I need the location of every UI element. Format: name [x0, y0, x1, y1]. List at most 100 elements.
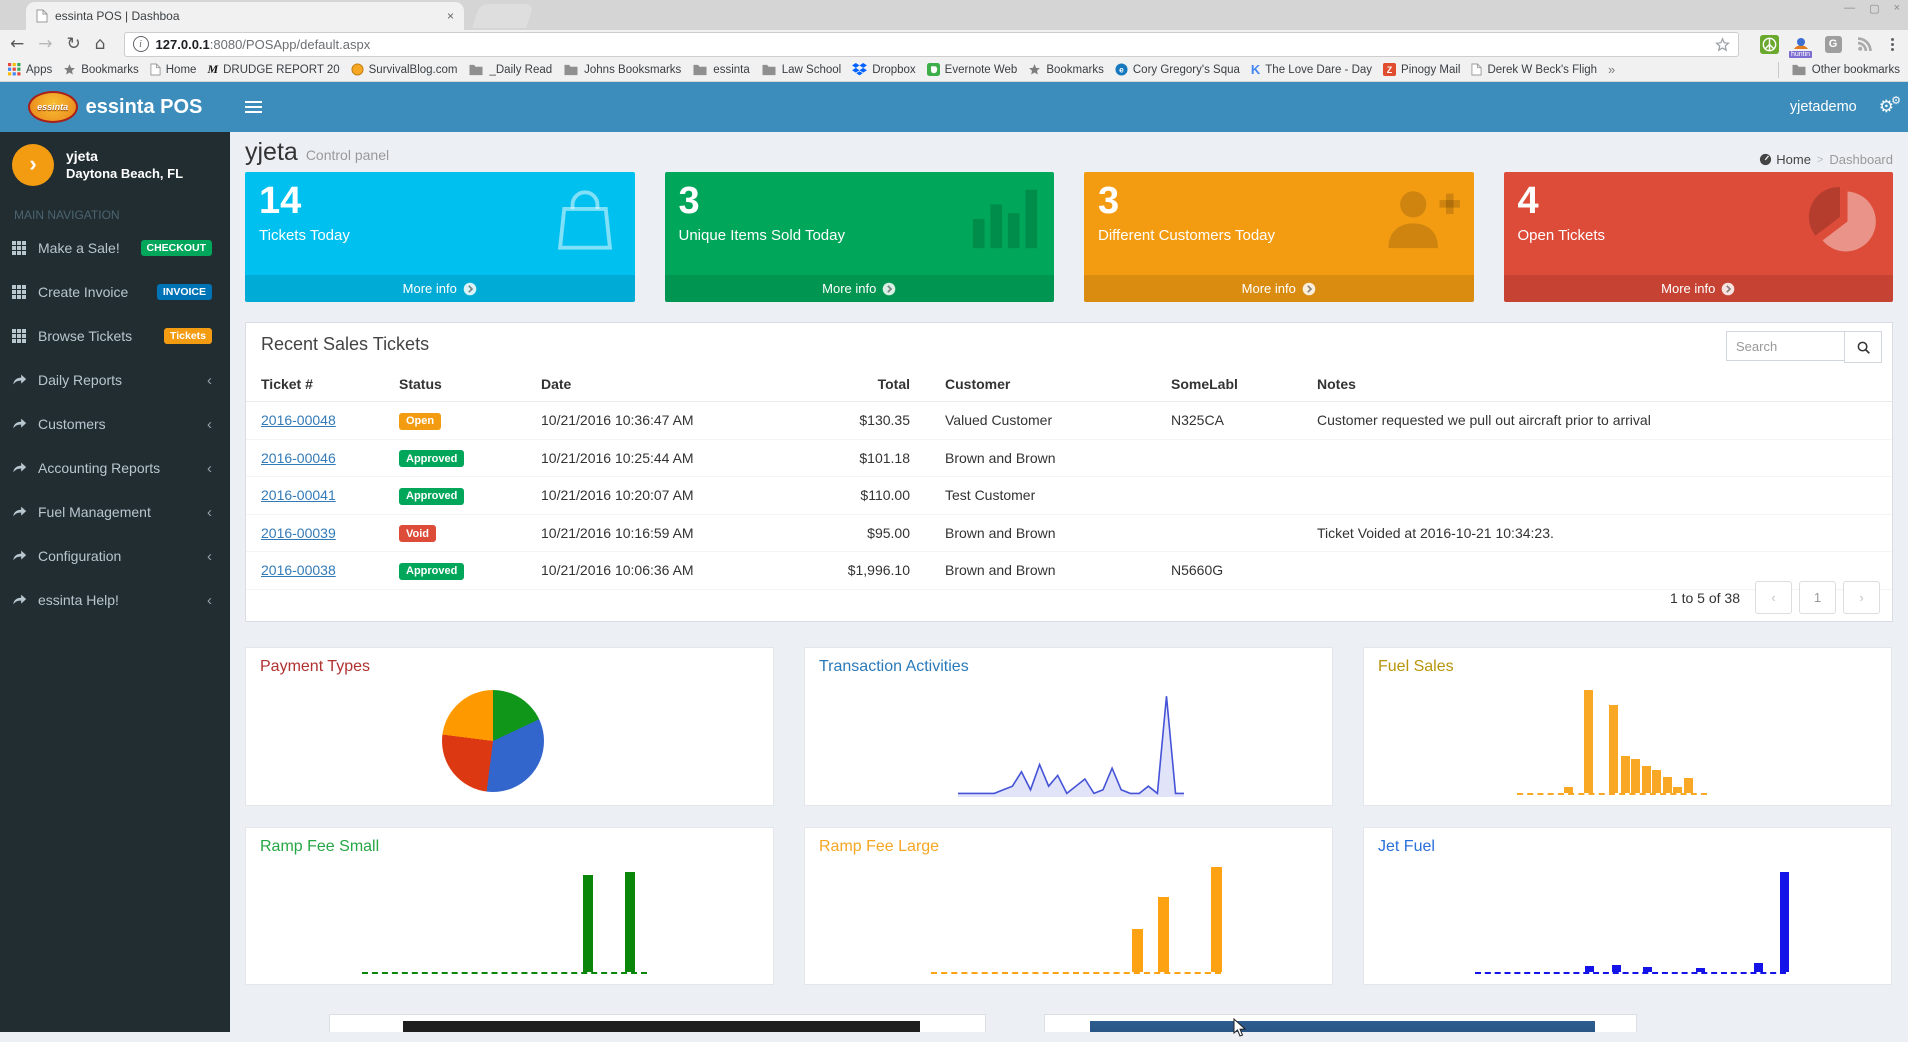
- refresh-icon[interactable]: ↻: [67, 36, 81, 53]
- minimize-icon[interactable]: —: [1844, 2, 1855, 15]
- more-info-link[interactable]: More info: [1084, 275, 1474, 302]
- bookmark-essinta[interactable]: essinta: [692, 63, 749, 76]
- ticket-somelabl: N5660G: [1156, 552, 1302, 590]
- ticket-link[interactable]: 2016-00041: [261, 487, 336, 503]
- bookmark-the-love-dare-day[interactable]: KThe Love Dare - Day: [1251, 62, 1372, 77]
- chevron-left-icon: ‹: [207, 548, 212, 565]
- gears-icon[interactable]: ⚙⚙: [1879, 97, 1894, 117]
- tab-favicon-page-icon: [36, 9, 48, 23]
- arrow-circle-icon: [463, 282, 477, 296]
- peace-extension-icon[interactable]: [1759, 34, 1779, 54]
- pagination-next-button[interactable]: ›: [1843, 581, 1880, 614]
- ticket-notes: Customer requested we pull out aircraft …: [1302, 402, 1892, 440]
- bookmark-bookmarks[interactable]: Bookmarks: [1028, 63, 1104, 76]
- sidebar-item-create-invoice[interactable]: Create InvoiceINVOICE: [0, 270, 230, 314]
- search-button[interactable]: [1844, 331, 1882, 363]
- other-bookmarks[interactable]: Other bookmarks: [1791, 63, 1900, 76]
- maximize-icon[interactable]: ▢: [1869, 2, 1879, 15]
- search-input[interactable]: [1726, 331, 1844, 361]
- sidebar-item-label: Accounting Reports: [38, 460, 160, 476]
- bookmark-drudge-report-20[interactable]: MDRUDGE REPORT 20: [207, 62, 339, 77]
- more-info-link[interactable]: More info: [245, 275, 635, 302]
- ticket-link[interactable]: 2016-00046: [261, 450, 336, 466]
- bookmark-daily-read[interactable]: _Daily Read: [468, 63, 552, 76]
- bookmark-star-icon[interactable]: [1715, 37, 1730, 52]
- sidebar-item-browse-tickets[interactable]: Browse TicketsTickets: [0, 314, 230, 358]
- pos-app: essinta essinta POS › yjeta Daytona Beac…: [0, 82, 1908, 1032]
- breadcrumb-home-link[interactable]: Home: [1759, 152, 1811, 167]
- ticket-date: 10/21/2016 10:20:07 AM: [526, 477, 802, 515]
- column-header-ticket: Ticket #: [246, 367, 384, 402]
- sidebar-item-essinta-help[interactable]: essinta Help!‹: [0, 578, 230, 622]
- ticket-total: $130.35: [802, 402, 930, 440]
- bar: [1211, 867, 1222, 972]
- ticket-link[interactable]: 2016-00039: [261, 525, 336, 541]
- person-add-icon: [1384, 184, 1460, 259]
- bookmarks-overflow-chevron[interactable]: »: [1608, 62, 1615, 77]
- new-tab-button[interactable]: [472, 4, 534, 28]
- evernote-icon: [927, 63, 940, 76]
- shopping-bag-icon: [549, 184, 621, 261]
- pagination-summary: 1 to 5 of 38: [1670, 590, 1740, 606]
- back-icon[interactable]: ←: [10, 36, 24, 53]
- chevron-left-icon: ‹: [207, 416, 212, 433]
- sidebar-item-customers[interactable]: Customers ‹: [0, 402, 230, 446]
- recent-sales-tickets-box: Recent Sales Tickets Ticket #StatusDateT…: [245, 322, 1893, 622]
- bookmark-pinogy-mail[interactable]: ZPinogy Mail: [1383, 63, 1460, 76]
- sidebar-item-accounting-reports[interactable]: Accounting Reports‹: [0, 446, 230, 490]
- huntin-extension-icon[interactable]: huntin: [1791, 34, 1811, 54]
- sidebar-item-label: Create Invoice: [38, 284, 128, 300]
- sidebar-item-label: Browse Tickets: [38, 328, 132, 344]
- page-icon: [1471, 63, 1482, 76]
- rss-extension-icon[interactable]: [1855, 34, 1875, 54]
- sidebar-item-configuration[interactable]: Configuration‹: [0, 534, 230, 578]
- bookmark-law-school[interactable]: Law School: [761, 63, 841, 76]
- bookmark-dropbox[interactable]: Dropbox: [852, 63, 915, 76]
- bookmark-evernote-web[interactable]: Evernote Web: [927, 63, 1018, 76]
- url-bar[interactable]: i 127.0.0.1:8080/POSApp/default.aspx: [124, 32, 1739, 57]
- bar: [583, 875, 593, 972]
- bar: [1684, 778, 1693, 793]
- tab-close-icon[interactable]: ×: [447, 9, 454, 23]
- browser-tab[interactable]: essinta POS | Dashboa ×: [26, 2, 464, 30]
- top-navbar: yjetademo ⚙⚙: [230, 82, 1908, 132]
- sidebar-item-make-a-sale[interactable]: Make a Sale!CHECKOUT: [0, 226, 230, 270]
- close-window-icon[interactable]: ×: [1894, 2, 1900, 15]
- brand[interactable]: essinta essinta POS: [0, 82, 230, 132]
- sidebar-item-fuel-management[interactable]: Fuel Management‹: [0, 490, 230, 534]
- g-extension-icon[interactable]: G: [1823, 34, 1843, 54]
- dashed-baseline: [362, 972, 647, 974]
- bookmarks-bar-divider: [1778, 62, 1779, 78]
- sidebar-item-daily-reports[interactable]: Daily Reports‹: [0, 358, 230, 402]
- mouse-cursor: [1233, 1018, 1246, 1042]
- forward-icon[interactable]: →: [38, 36, 52, 53]
- pagination-prev-button[interactable]: ‹: [1755, 581, 1792, 614]
- sidebar-item-label: Customers: [38, 416, 106, 432]
- share-icon: [12, 549, 28, 563]
- bar: [1631, 759, 1640, 793]
- page-info-icon[interactable]: i: [133, 36, 149, 52]
- user-avatar[interactable]: ›: [12, 144, 54, 186]
- bookmark-home[interactable]: Home: [150, 63, 197, 76]
- bar: [1612, 965, 1621, 972]
- bookmark-survivalblog-com[interactable]: SurvivalBlog.com: [351, 63, 458, 76]
- ticket-link[interactable]: 2016-00038: [261, 562, 336, 578]
- bookmark-apps[interactable]: Apps: [8, 63, 52, 76]
- browser-menu-icon[interactable]: [1887, 38, 1898, 51]
- pagination-page-button[interactable]: 1: [1799, 581, 1836, 614]
- bookmark-derek-w-beck-s-fligh[interactable]: Derek W Beck's Fligh: [1471, 63, 1597, 76]
- sidebar-toggle-icon[interactable]: [230, 82, 276, 132]
- navbar-username[interactable]: yjetademo: [1790, 99, 1857, 115]
- folder-icon: [761, 63, 777, 76]
- url-text[interactable]: 127.0.0.1:8080/POSApp/default.aspx: [156, 37, 1708, 52]
- more-info-link[interactable]: More info: [665, 275, 1055, 302]
- bookmark-bookmarks[interactable]: Bookmarks: [63, 63, 139, 76]
- bookmark-cory-gregory-s-squa[interactable]: eCory Gregory's Squa: [1115, 63, 1240, 76]
- bookmark-johns-booksmarks[interactable]: Johns Booksmarks: [563, 63, 681, 76]
- ticket-link[interactable]: 2016-00048: [261, 412, 336, 428]
- more-info-link[interactable]: More info: [1504, 275, 1894, 302]
- home-icon[interactable]: ⌂: [95, 36, 106, 53]
- folder-icon: [563, 63, 579, 76]
- k-logo-icon: K: [1251, 62, 1260, 77]
- tickets-search: [1726, 331, 1882, 363]
